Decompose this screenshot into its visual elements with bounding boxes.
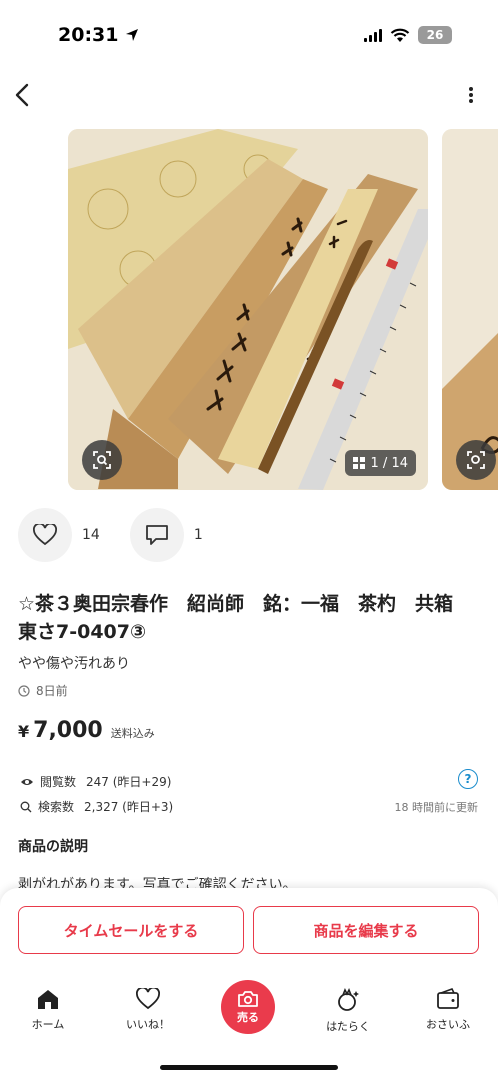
item-actions: 14 1 bbox=[18, 508, 233, 562]
next-photo-image bbox=[442, 129, 498, 490]
heart-icon bbox=[33, 524, 57, 546]
item-title: ☆茶３奥田宗春作 紹尚師 銘：一福 茶杓 共箱 東さ7-0407③ bbox=[18, 593, 473, 643]
like-count: 14 bbox=[82, 527, 100, 543]
back-button[interactable] bbox=[10, 82, 36, 108]
image-carousel[interactable]: 1 / 14 bbox=[68, 129, 498, 490]
camera-icon bbox=[238, 990, 258, 1007]
more-vertical-icon bbox=[469, 87, 473, 103]
comment-count: 1 bbox=[193, 527, 203, 543]
status-time: 20:31 bbox=[58, 24, 139, 46]
like-button[interactable] bbox=[18, 508, 72, 562]
tab-wallet[interactable]: おさいふ bbox=[408, 988, 488, 1032]
search-stat: 検索数 2,327 (昨日+3) bbox=[20, 798, 173, 815]
status-indicators: 26 bbox=[364, 26, 452, 44]
image-counter: 1 / 14 bbox=[344, 450, 416, 476]
product-photo[interactable]: 1 / 14 bbox=[68, 129, 428, 490]
item-price: 7,000 bbox=[33, 718, 103, 743]
gallery-grid-icon bbox=[352, 457, 365, 469]
tab-likes[interactable]: いいね！ bbox=[108, 988, 188, 1032]
lens-search-icon bbox=[93, 451, 111, 469]
wallet-icon bbox=[437, 988, 459, 1009]
bottom-tab-bar: ホーム いいね！ 売る はたらく おさいふ bbox=[0, 980, 498, 1048]
help-button[interactable]: ? bbox=[458, 769, 478, 789]
clock-icon bbox=[18, 684, 30, 697]
eye-icon bbox=[21, 778, 33, 785]
next-image-search-button[interactable] bbox=[456, 440, 496, 480]
more-options-button[interactable] bbox=[466, 82, 476, 108]
cellular-signal-icon bbox=[364, 28, 382, 42]
posted-time: 8日前 bbox=[18, 682, 68, 699]
shipping-label: 送料込み bbox=[110, 727, 155, 740]
bottom-action-sheet: タイムセールをする 商品を編集する ホーム いいね！ 売る はたらく おさいふ bbox=[0, 888, 498, 1080]
tab-home[interactable]: ホーム bbox=[8, 988, 88, 1032]
wifi-icon bbox=[390, 28, 410, 42]
battery-indicator: 26 bbox=[418, 26, 452, 44]
heart-icon bbox=[136, 988, 160, 1010]
home-icon bbox=[38, 990, 58, 1009]
work-icon bbox=[338, 988, 359, 1011]
location-arrow-icon bbox=[126, 29, 139, 41]
search-icon bbox=[20, 801, 32, 812]
lens-search-icon bbox=[467, 451, 485, 469]
comment-icon bbox=[145, 525, 168, 545]
description-heading: 商品の説明 bbox=[18, 839, 88, 855]
edit-item-button[interactable]: 商品を編集する bbox=[253, 906, 479, 954]
tab-work[interactable]: はたらく bbox=[308, 988, 388, 1034]
price-row: ¥ 7,000 送料込み bbox=[18, 718, 155, 743]
image-search-button[interactable] bbox=[82, 440, 122, 480]
item-condition: やや傷や汚れあり bbox=[18, 656, 130, 672]
updated-time: 18 時間前に更新 bbox=[394, 801, 479, 814]
status-bar: 20:31 26 bbox=[0, 0, 498, 74]
comment-button[interactable] bbox=[129, 508, 184, 562]
currency-symbol: ¥ bbox=[18, 722, 30, 741]
home-indicator bbox=[160, 1065, 338, 1070]
tea-scoop-box-image bbox=[68, 129, 428, 490]
views-stat: 閲覧数 247 (昨日+29) bbox=[20, 773, 171, 790]
chevron-left-icon bbox=[15, 83, 29, 107]
next-product-photo[interactable] bbox=[442, 129, 498, 490]
timesale-button[interactable]: タイムセールをする bbox=[18, 906, 244, 954]
tab-sell[interactable]: 売る bbox=[221, 980, 275, 1034]
